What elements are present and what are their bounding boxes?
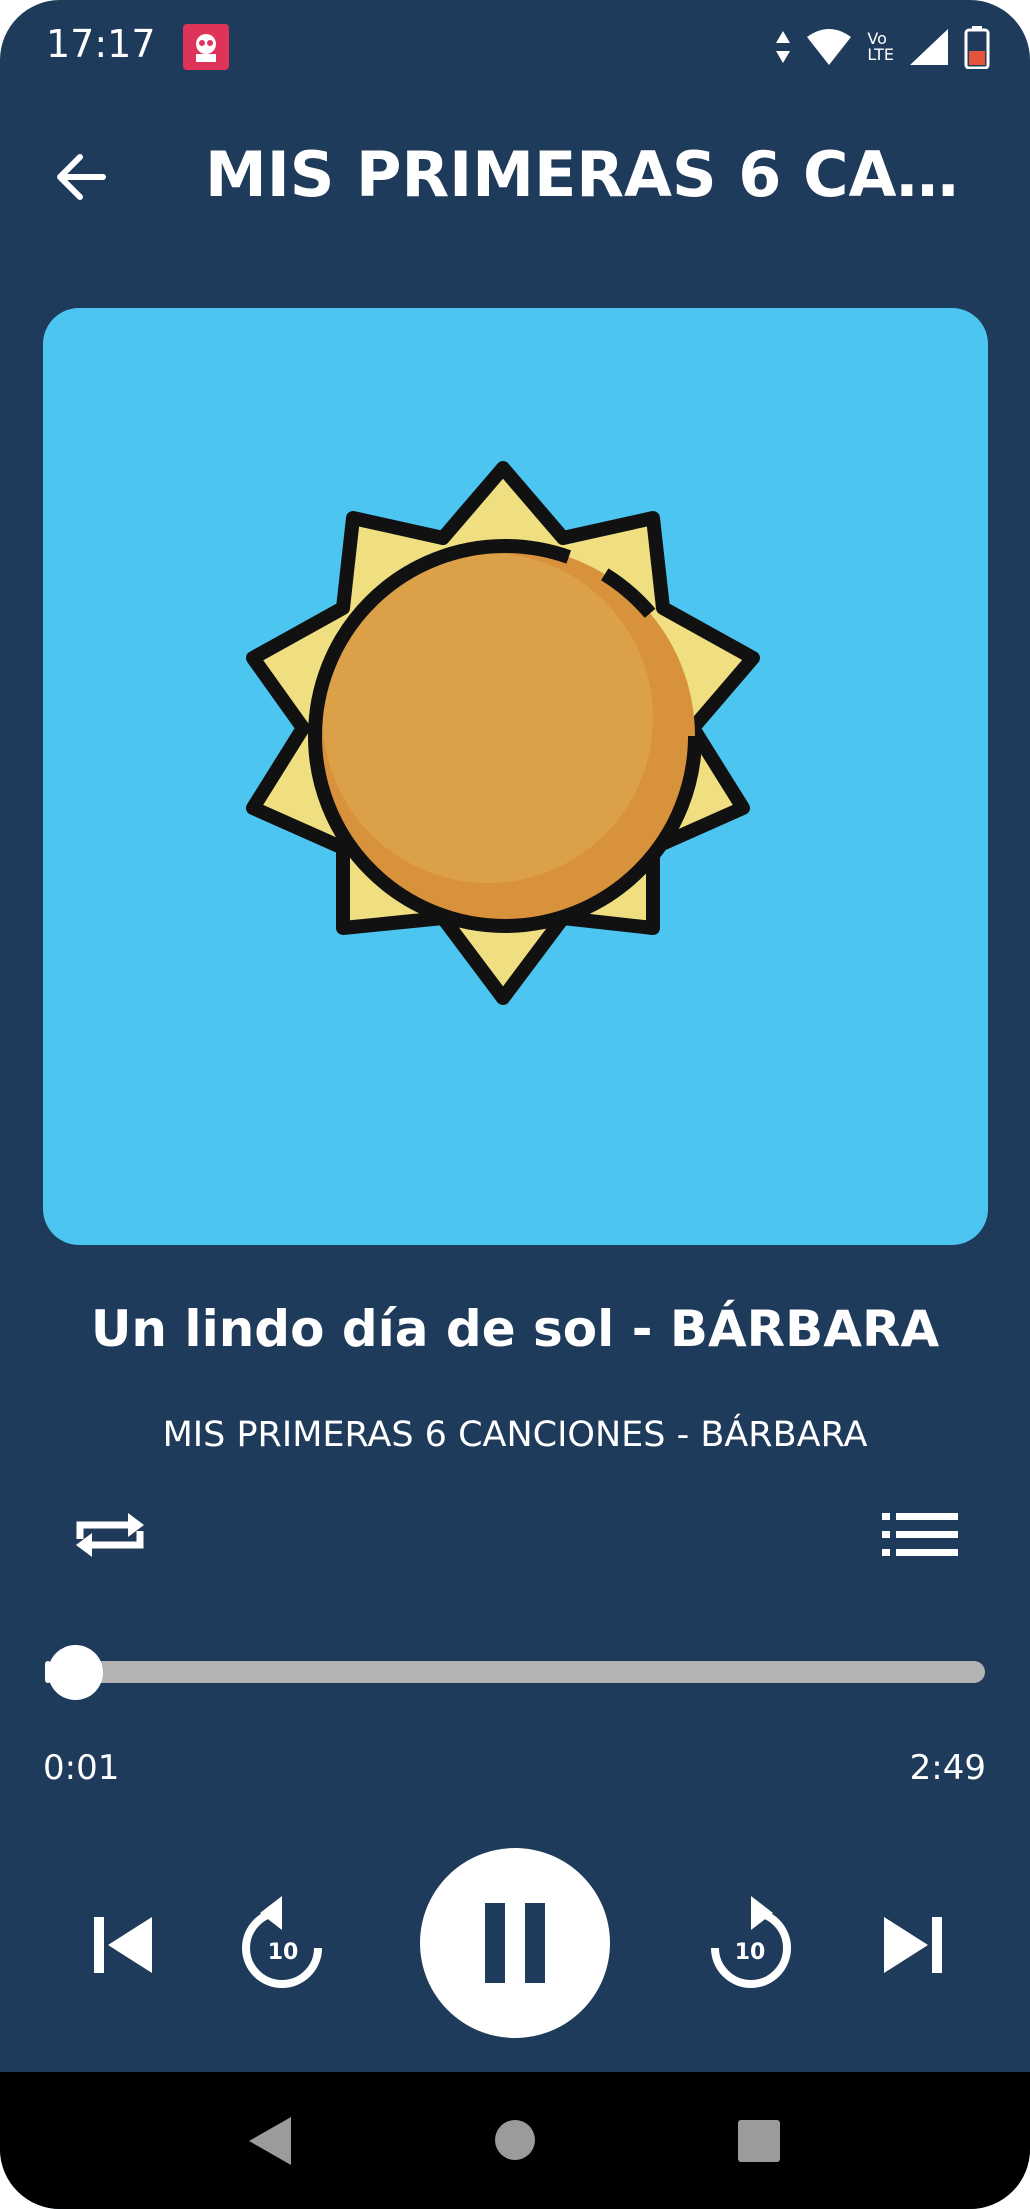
nav-back-icon[interactable] <box>245 2115 295 2167</box>
playlist-icon[interactable] <box>880 1505 960 1565</box>
progress-bar[interactable] <box>45 1661 985 1683</box>
total-duration: 2:49 <box>909 1748 986 1788</box>
page-title: MIS PRIMERAS 6 CAN... <box>205 138 985 211</box>
pause-button[interactable] <box>420 1848 610 2038</box>
app-bar: MIS PRIMERAS 6 CAN... <box>0 120 1030 230</box>
skip-next-button[interactable] <box>880 1915 946 1975</box>
wifi-icon <box>805 27 853 67</box>
app-notification-icon <box>183 24 229 70</box>
album-artwork <box>43 308 988 1245</box>
skip-previous-button[interactable] <box>90 1915 156 1975</box>
rewind-10-button[interactable]: 10 <box>238 1890 328 1990</box>
battery-icon <box>964 25 990 69</box>
signal-icon <box>908 27 950 67</box>
song-title: Un lindo día de sol - BÁRBARA <box>90 1300 940 1358</box>
data-arrows-icon <box>775 29 791 65</box>
status-time: 17:17 <box>46 22 156 66</box>
player-screen: 17:17 Vo LTE MIS PRIMERAS 6 CAN... Un li… <box>0 0 1030 2209</box>
progress-thumb[interactable] <box>48 1645 103 1700</box>
status-icons: Vo LTE <box>775 24 990 70</box>
forward-label: 10 <box>734 1940 766 1965</box>
elapsed-time: 0:01 <box>43 1748 120 1788</box>
nav-recents-icon[interactable] <box>738 2120 780 2162</box>
album-subtitle: MIS PRIMERAS 6 CANCIONES - BÁRBARA <box>162 1415 868 1455</box>
back-arrow-icon[interactable] <box>48 142 118 212</box>
nav-home-icon[interactable] <box>495 2120 535 2160</box>
sun-icon <box>246 461 760 1005</box>
volte-icon: Vo LTE <box>867 31 894 63</box>
volte-bottom: LTE <box>867 45 894 64</box>
status-bar: 17:17 Vo LTE <box>0 0 1030 100</box>
forward-10-button[interactable]: 10 <box>705 1890 795 1990</box>
repeat-icon[interactable] <box>70 1495 150 1575</box>
rewind-label: 10 <box>267 1940 299 1965</box>
pause-icon <box>485 1903 545 1983</box>
